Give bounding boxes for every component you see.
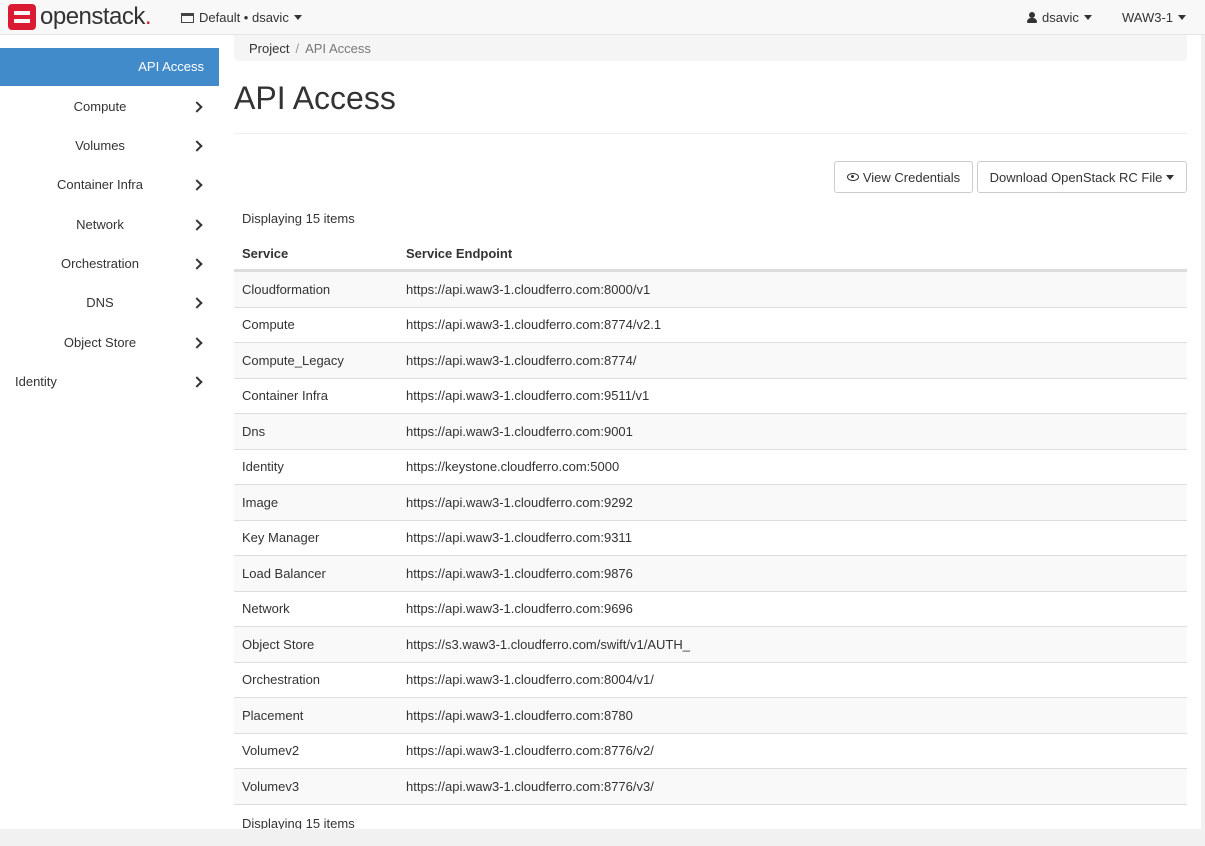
- sidebar-item-label: Identity: [15, 374, 57, 389]
- caret-down-icon: [293, 15, 302, 20]
- table-row: Network https://api.waw3-1.cloudferro.com…: [234, 590, 1187, 627]
- table-row: Identity https://keystone.cloudferro.com:…: [234, 448, 1187, 485]
- chevron-right-icon: [191, 375, 203, 388]
- download-rc-file-label: Download OpenStack RC File: [989, 169, 1163, 185]
- eye-icon: [846, 173, 859, 181]
- download-rc-file-button[interactable]: Download OpenStack RC File: [977, 161, 1187, 193]
- breadcrumb-separator: /: [295, 40, 300, 56]
- page-title: API Access: [234, 80, 396, 116]
- service-cell: Image: [242, 494, 279, 510]
- item-count-top: Displaying 15 items: [242, 211, 355, 226]
- sidebar-item-object-store[interactable]: Object Store: [0, 323, 219, 362]
- sidebar-item-network[interactable]: Network: [0, 205, 219, 244]
- region-name: WAW3-1: [1122, 10, 1174, 25]
- service-cell: Cloudformation: [242, 281, 331, 297]
- endpoint-cell: https://api.waw3-1.cloudferro.com:9511/v…: [406, 388, 650, 404]
- table-row: Dns https://api.waw3-1.cloudferro.com:900…: [234, 413, 1187, 449]
- breadcrumb: Project / API Access: [234, 35, 1187, 61]
- sidebar-item-label: DNS: [86, 295, 114, 310]
- table-row: Placement https://api.waw3-1.cloudferro.c…: [234, 697, 1187, 733]
- sidebar-item-identity[interactable]: Identity: [0, 362, 219, 401]
- breadcrumb-current: API Access: [305, 40, 371, 56]
- endpoint-cell: https://s3.waw3-1.cloudferro.com/swift/v…: [406, 636, 690, 652]
- table-row: Image https://api.waw3-1.cloudferro.com:9…: [234, 484, 1187, 520]
- user-name: dsavic: [1042, 10, 1079, 25]
- service-cell: Orchestration: [242, 672, 321, 688]
- endpoint-cell: https://api.waw3-1.cloudferro.com:8000/v…: [406, 281, 651, 297]
- endpoint-cell: https://api.waw3-1.cloudferro.com:8004/v…: [406, 672, 654, 688]
- endpoint-cell: https://api.waw3-1.cloudferro.com:8776/v…: [406, 778, 654, 794]
- page-bottom-edge: [0, 829, 1205, 846]
- caret-down-icon: [1178, 15, 1187, 20]
- table-row: Compute_Legacy https://api.waw3-1.cloudfe…: [234, 342, 1187, 378]
- endpoint-cell: https://api.waw3-1.cloudferro.com:8780: [406, 707, 633, 723]
- brand-dot: .: [144, 3, 152, 30]
- service-cell: Network: [242, 601, 290, 617]
- sidebar-item-volumes[interactable]: Volumes: [0, 126, 219, 165]
- sidebar-item-api-access[interactable]: API Access: [0, 48, 219, 86]
- endpoint-cell: https://api.waw3-1.cloudferro.com:9292: [406, 494, 633, 510]
- column-header-endpoint: Service Endpoint: [406, 245, 513, 261]
- sidebar-item-label: Network: [76, 217, 124, 232]
- table-row: Cloudformation https://api.waw3-1.cloudfe…: [234, 271, 1187, 307]
- caret-down-icon: [1083, 15, 1092, 20]
- user-icon: [1027, 12, 1037, 23]
- endpoint-cell: https://api.waw3-1.cloudferro.com:8776/v…: [406, 743, 654, 759]
- table-row: Orchestration https://api.waw3-1.cloudfer…: [234, 661, 1187, 698]
- top-navbar: openstack. Default • dsavic dsavic WAW3-…: [0, 0, 1205, 35]
- service-cell: Identity: [242, 459, 284, 475]
- table-header: Service Service Endpoint: [234, 237, 1187, 271]
- table-row: Load Balancer https://api.waw3-1.cloudfer…: [234, 555, 1187, 591]
- service-cell: Compute: [242, 317, 295, 333]
- endpoint-cell: https://api.waw3-1.cloudferro.com:9001: [406, 423, 633, 439]
- table-row: Volumev2 https://api.waw3-1.cloudferro.co…: [234, 732, 1187, 769]
- table-footer-rule: [234, 803, 1187, 805]
- service-cell: Dns: [242, 423, 266, 439]
- sidebar-item-dns[interactable]: DNS: [0, 283, 219, 322]
- sidebar-item-compute[interactable]: Compute: [0, 87, 219, 126]
- sidebar-item-label: Compute: [73, 99, 127, 114]
- sidebar-item-container-infra[interactable]: Container Infra: [0, 165, 219, 204]
- view-credentials-button[interactable]: View Credentials: [834, 161, 973, 193]
- page-scroll-edge: [1201, 35, 1205, 846]
- project-selector[interactable]: Default • dsavic: [181, 0, 302, 35]
- service-cell: Compute_Legacy: [242, 352, 344, 368]
- service-cell: Key Manager: [242, 530, 320, 546]
- endpoint-cell: https://api.waw3-1.cloudferro.com:9311: [406, 530, 632, 546]
- service-cell: Placement: [242, 707, 304, 723]
- project-selector-label: Default • dsavic: [199, 10, 289, 25]
- sidebar-item-label: Volumes: [75, 138, 125, 153]
- endpoint-cell: https://keystone.cloudferro.com:5000: [406, 459, 620, 475]
- service-cell: Load Balancer: [242, 565, 326, 581]
- table-row: Compute https://api.waw3-1.cloudferro.com…: [234, 306, 1187, 343]
- sidebar-item-label: Orchestration: [60, 256, 140, 271]
- breadcrumb-project[interactable]: Project: [249, 41, 289, 56]
- endpoint-cell: https://api.waw3-1.cloudferro.com:9876: [406, 565, 633, 581]
- endpoint-cell: https://api.waw3-1.cloudferro.com:8774/: [406, 352, 637, 368]
- column-header-service: Service: [242, 245, 289, 261]
- sidebar-item-label: Container Infra: [57, 177, 143, 192]
- sidebar-item-label: Object Store: [63, 335, 137, 350]
- table-row: Key Manager https://api.waw3-1.cloudferro…: [234, 519, 1187, 556]
- title-divider: [234, 133, 1187, 134]
- region-selector[interactable]: WAW3-1: [1122, 0, 1187, 35]
- service-cell: Container Infra: [242, 388, 328, 404]
- table-row: Object Store https://s3.waw3-1.cloudferro…: [234, 626, 1187, 662]
- caret-down-icon: [1166, 174, 1175, 180]
- table-row: Container Infra https://api.waw3-1.cloudf…: [234, 377, 1187, 414]
- view-credentials-label: View Credentials: [862, 169, 961, 185]
- api-endpoints-table: Service Service Endpoint Cloudformation h…: [234, 237, 1187, 805]
- brand-name: openstack: [40, 3, 145, 30]
- project-icon: [181, 12, 194, 23]
- endpoint-cell: https://api.waw3-1.cloudferro.com:9696: [406, 601, 633, 617]
- user-menu[interactable]: dsavic: [1027, 0, 1092, 35]
- service-cell: Object Store: [242, 636, 315, 652]
- openstack-logo-icon: [8, 4, 36, 30]
- openstack-logo[interactable]: openstack.: [8, 3, 152, 30]
- table-row: Volumev3 https://api.waw3-1.cloudferro.co…: [234, 768, 1187, 804]
- service-cell: Volumev2: [242, 743, 300, 759]
- endpoint-cell: https://api.waw3-1.cloudferro.com:8774/v…: [406, 317, 662, 333]
- service-cell: Volumev3: [242, 778, 300, 794]
- sidebar-item-orchestration[interactable]: Orchestration: [0, 244, 219, 283]
